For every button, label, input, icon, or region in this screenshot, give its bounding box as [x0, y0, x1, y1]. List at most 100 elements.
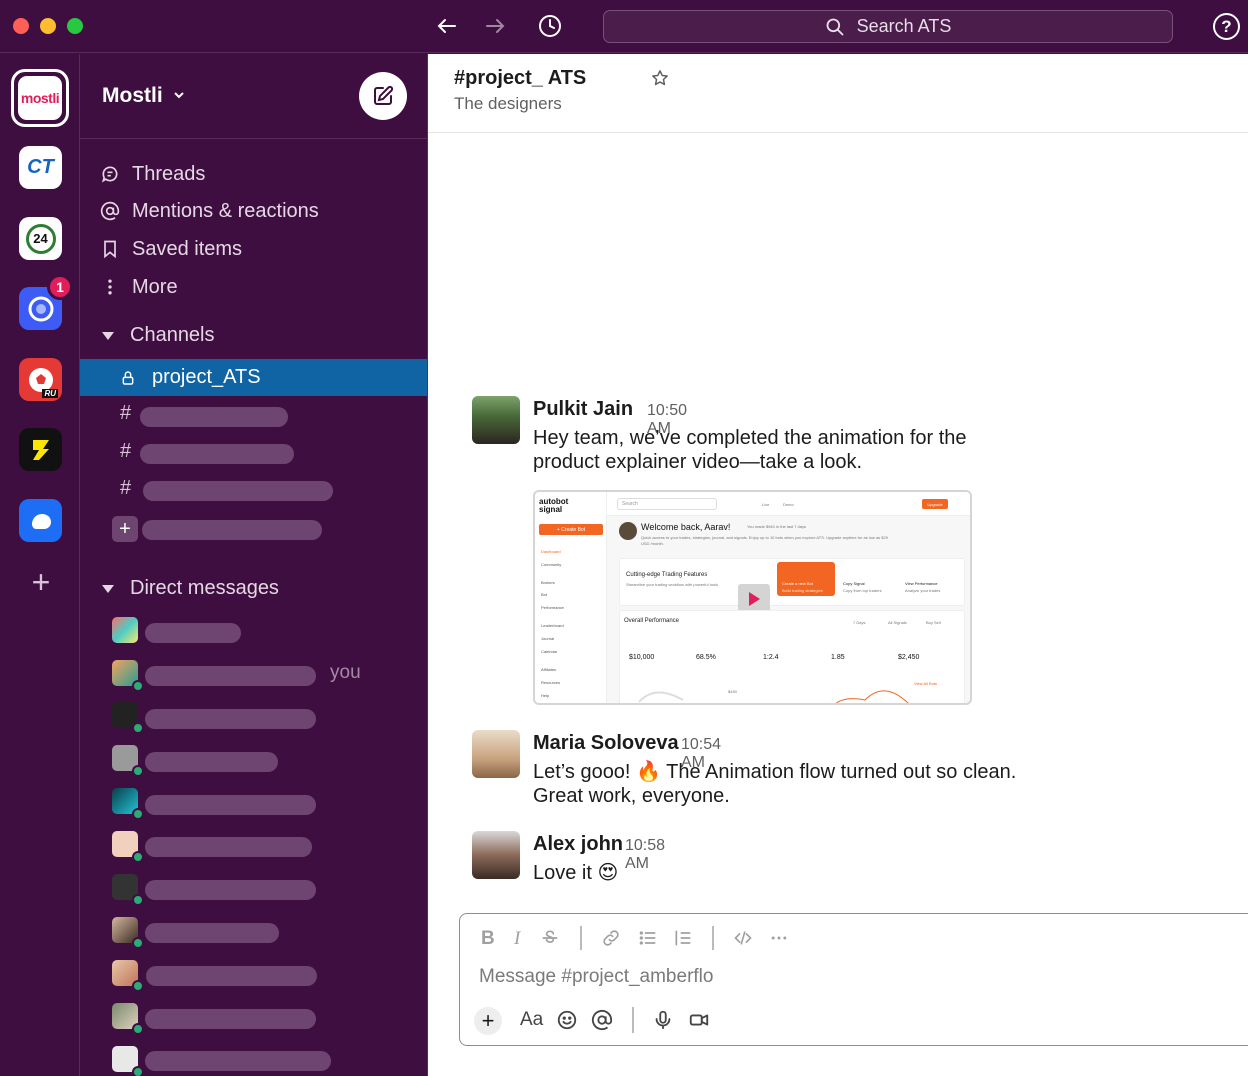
- attachment-create-new-bot-sub: Build trading strategies: [782, 588, 823, 593]
- emoji-icon[interactable]: [556, 1009, 578, 1031]
- close-window-button[interactable]: [13, 18, 29, 34]
- more-formatting-icon[interactable]: [769, 928, 789, 948]
- workspace-yellow[interactable]: [19, 428, 62, 471]
- search-bar[interactable]: Search ATS: [603, 10, 1173, 43]
- text-format-button[interactable]: Aa: [520, 1009, 543, 1031]
- dm-avatar[interactable]: [112, 917, 144, 949]
- attachment-nav-item: Performance: [541, 605, 564, 610]
- strikethrough-icon[interactable]: [540, 928, 560, 948]
- dm-avatar[interactable]: [112, 745, 144, 777]
- video-camera-icon[interactable]: [688, 1009, 710, 1031]
- workspace-name-button[interactable]: Mostli: [102, 84, 185, 108]
- dm-name-placeholder[interactable]: [145, 795, 316, 815]
- dm-name-placeholder[interactable]: [145, 709, 316, 729]
- message-author[interactable]: Pulkit Jain: [533, 398, 633, 421]
- dm-name-placeholder[interactable]: [145, 666, 316, 686]
- channel-header: #project_ ATS The designers: [428, 54, 1248, 133]
- add-channel-button[interactable]: +: [112, 516, 138, 542]
- microphone-icon[interactable]: [652, 1009, 674, 1031]
- online-status-icon: [132, 808, 144, 820]
- avatar[interactable]: [472, 730, 520, 778]
- code-icon[interactable]: [733, 928, 753, 948]
- dm-avatar[interactable]: [112, 702, 144, 734]
- help-icon[interactable]: ?: [1213, 13, 1240, 40]
- dm-name-placeholder[interactable]: [145, 880, 316, 900]
- sidebar-item-mentions[interactable]: Mentions & reactions: [100, 196, 319, 226]
- dm-name-placeholder[interactable]: [146, 966, 317, 986]
- dm-avatar[interactable]: [112, 617, 138, 643]
- workspace-blue[interactable]: 1: [19, 274, 73, 330]
- message-composer: B I Message #project_amberflo + Aa: [459, 913, 1248, 1046]
- workspace-ball[interactable]: RU: [19, 358, 62, 401]
- video-attachment[interactable]: autobot signal + Create Bot Dashboard Co…: [533, 490, 972, 705]
- channel-placeholder[interactable]: [143, 481, 333, 501]
- back-arrow-icon[interactable]: [433, 12, 461, 40]
- channel-sidebar: Mostli Threads Mentions & reactions Save…: [80, 54, 428, 1076]
- star-icon[interactable]: [651, 69, 669, 92]
- dm-name-placeholder[interactable]: [145, 752, 278, 772]
- toolbar-divider: [632, 1007, 634, 1033]
- dm-avatar[interactable]: [112, 960, 144, 992]
- channel-placeholder[interactable]: [140, 444, 294, 464]
- zoom-window-button[interactable]: [67, 18, 83, 34]
- dm-name-placeholder[interactable]: [145, 1051, 331, 1071]
- workspace-mostli[interactable]: mostli: [11, 69, 69, 127]
- online-status-icon: [132, 1023, 144, 1035]
- message-author[interactable]: Maria Soloveva: [533, 732, 679, 755]
- italic-button[interactable]: I: [514, 928, 520, 950]
- dm-section-header[interactable]: Direct messages: [102, 577, 279, 600]
- bold-button[interactable]: B: [481, 928, 495, 950]
- dm-avatar[interactable]: [112, 1003, 144, 1035]
- sidebar-item-threads[interactable]: Threads: [100, 159, 205, 189]
- main-content: #project_ ATS The designers Pulkit Jain …: [428, 54, 1248, 1076]
- workspace-cloud[interactable]: [19, 499, 62, 542]
- channels-section-header[interactable]: Channels: [102, 324, 215, 347]
- dm-avatar[interactable]: [112, 1046, 144, 1076]
- attachment-stat: $2,450: [898, 654, 920, 661]
- message-author[interactable]: Alex john: [533, 833, 623, 856]
- forward-arrow-icon[interactable]: [481, 12, 509, 40]
- minimize-window-button[interactable]: [40, 18, 56, 34]
- dm-avatar[interactable]: [112, 831, 144, 863]
- channel-title[interactable]: #project_ ATS: [454, 67, 586, 90]
- dm-name-placeholder[interactable]: [145, 923, 279, 943]
- dm-avatar[interactable]: [112, 660, 144, 692]
- link-icon[interactable]: [601, 928, 621, 948]
- dm-avatar[interactable]: [112, 788, 144, 820]
- dm-name-placeholder[interactable]: [145, 623, 241, 643]
- attachment-welcome: Welcome back, Aarav!: [641, 522, 731, 532]
- bulleted-list-icon[interactable]: [638, 928, 658, 948]
- attachment-nav-item: Affiliates: [541, 667, 557, 672]
- attachment-nav-item: Leaderboard: [541, 623, 564, 628]
- avatar[interactable]: [472, 396, 520, 444]
- dm-avatar[interactable]: [112, 874, 144, 906]
- add-workspace-button[interactable]: +: [26, 566, 56, 598]
- history-clock-icon[interactable]: [536, 12, 564, 40]
- dm-name-placeholder[interactable]: [145, 837, 312, 857]
- channel-placeholder[interactable]: [140, 407, 288, 427]
- avatar[interactable]: [472, 831, 520, 879]
- online-status-icon: [132, 680, 144, 692]
- compose-button[interactable]: [359, 72, 407, 120]
- message-text: Hey team, we’ve completed the animation …: [533, 427, 967, 473]
- message-input[interactable]: Message #project_amberflo: [479, 966, 713, 988]
- sidebar-item-more[interactable]: More: [100, 272, 178, 302]
- channel-project-ats[interactable]: project_ATS: [80, 359, 427, 396]
- workspace-24[interactable]: 24: [19, 217, 62, 260]
- mention-icon[interactable]: [591, 1009, 613, 1031]
- dm-name-placeholder[interactable]: [145, 1009, 316, 1029]
- attachment-logo: autobot signal: [539, 497, 569, 514]
- workspace-ct[interactable]: CT: [19, 146, 62, 189]
- attachment-stat: 68.5%: [696, 654, 716, 661]
- attach-plus-button[interactable]: +: [474, 1007, 502, 1035]
- channel-description: The designers: [454, 94, 562, 113]
- attachment-nav-item: Brokers: [541, 580, 555, 585]
- sidebar-item-saved[interactable]: Saved items: [100, 234, 242, 264]
- add-channel-placeholder[interactable]: [142, 520, 322, 540]
- ball-label: RU: [42, 389, 58, 398]
- attachment-welcome-sub: Quick access to your trades, strategies,…: [641, 535, 888, 546]
- mostli-logo: mostli: [18, 76, 62, 120]
- attachment-create-bot: + Create Bot: [539, 524, 603, 535]
- title-bar: Search ATS ?: [0, 0, 1248, 53]
- numbered-list-icon[interactable]: [673, 928, 693, 948]
